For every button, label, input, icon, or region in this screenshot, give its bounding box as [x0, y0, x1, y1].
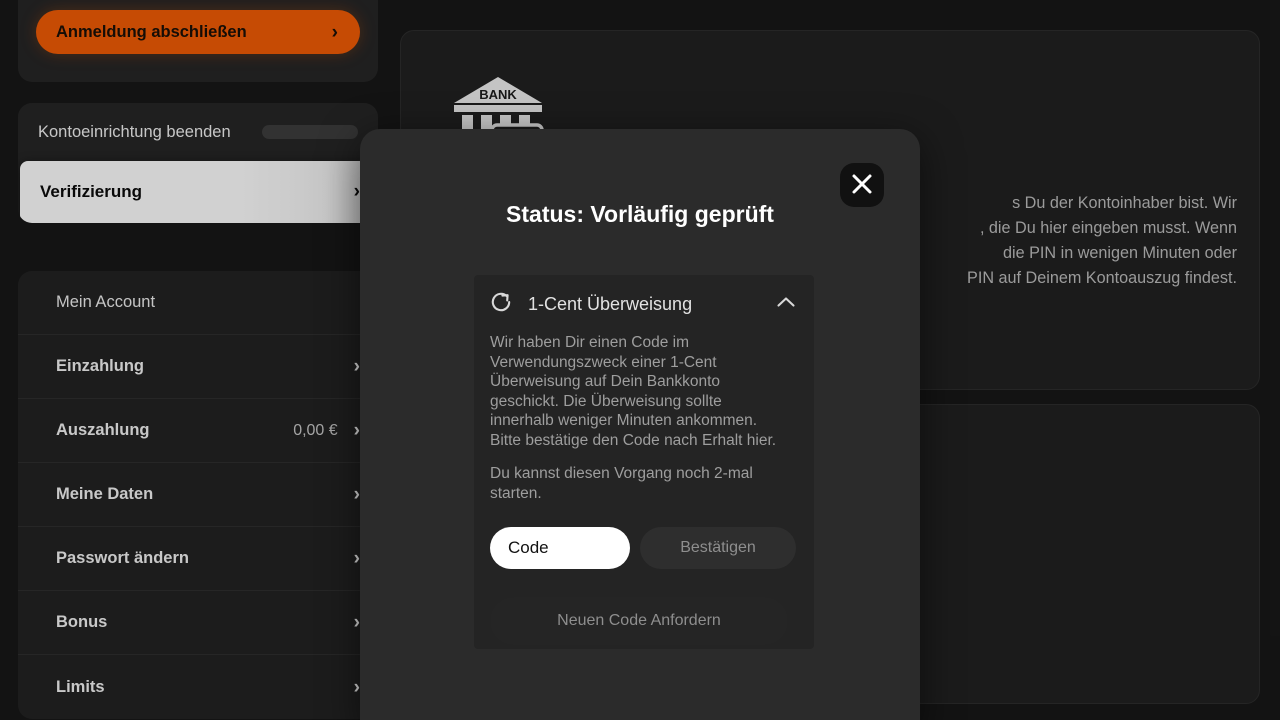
sidebar: Anmeldung abschließen › Kontoeinrichtung…: [0, 0, 380, 720]
modal-title: Status: Vorläufig geprüft: [506, 201, 774, 227]
chevron-up-icon: [776, 295, 796, 314]
chevron-right-icon: ›: [331, 21, 338, 43]
sidebar-item-label: Verifizierung: [40, 182, 143, 201]
svg-text:BANK: BANK: [479, 87, 517, 102]
complete-registration-button[interactable]: Anmeldung abschließen ›: [36, 10, 360, 54]
cta-label: Anmeldung abschließen: [56, 22, 247, 41]
request-new-code-button[interactable]: Neuen Code Anfordern: [490, 597, 788, 645]
verification-modal: Status: Vorläufig geprüft 1-Cent Überwei…: [360, 129, 920, 720]
account-nav-list: Mein Account Einzahlung › Auszahlung 0,00 € ›…: [18, 271, 378, 719]
accordion-body: Wir haben Dir einen Code im Verwendungsz…: [474, 333, 814, 645]
app-root: Anmeldung abschließen › Kontoeinrichtung…: [0, 0, 1280, 720]
sidebar-item-label: Meine Daten: [56, 485, 154, 503]
code-input[interactable]: [490, 527, 630, 569]
accordion-paragraph-2: Du kannst diesen Vorgang noch 2-mal star…: [490, 465, 753, 502]
cta-card: Anmeldung abschließen ›: [18, 0, 378, 82]
sidebar-item-label: Passwort ändern: [56, 549, 189, 567]
setup-progress-bar: [262, 125, 358, 139]
accordion-label: 1-Cent Überweisung: [528, 293, 693, 314]
sidebar-item-verifizierung[interactable]: Verifizierung ›: [20, 161, 378, 223]
sidebar-item-mein-account: Mein Account: [18, 271, 378, 335]
account-setup-label: Kontoeinrichtung beenden: [38, 122, 231, 141]
sidebar-item-bonus[interactable]: Bonus ›: [18, 591, 378, 655]
sidebar-item-value: 0,00 €: [293, 421, 338, 439]
sidebar-item-label: Bonus: [56, 613, 108, 631]
code-form: Bestätigen: [490, 527, 796, 569]
confirm-button[interactable]: Bestätigen: [640, 527, 796, 569]
sidebar-item-label: Auszahlung: [56, 421, 150, 439]
account-setup-row[interactable]: Kontoeinrichtung beenden: [18, 103, 378, 161]
accordion-paragraph-1: Wir haben Dir einen Code im Verwendungsz…: [490, 334, 777, 449]
sidebar-item-label: Einzahlung: [56, 357, 144, 375]
setup-card: Kontoeinrichtung beenden Verifizierung ›: [18, 103, 378, 223]
sidebar-item-passwort-ndern[interactable]: Passwort ändern ›: [18, 527, 378, 591]
sidebar-item-label: Limits: [56, 677, 105, 696]
sidebar-item-auszahlung[interactable]: Auszahlung 0,00 € ›: [18, 399, 378, 463]
sidebar-item-meine-daten[interactable]: Meine Daten ›: [18, 463, 378, 527]
close-icon: [851, 173, 873, 198]
accordion-header[interactable]: 1-Cent Überweisung: [474, 275, 814, 333]
bank-verification-text: s Du der Kontoinhaber bist. Wir , die Du…: [967, 194, 1237, 287]
sidebar-item-label: Mein Account: [56, 293, 156, 311]
sidebar-item-einzahlung[interactable]: Einzahlung ›: [18, 335, 378, 399]
sidebar-item-limits[interactable]: Limits ›: [18, 655, 378, 719]
accordion-1-cent-transfer: 1-Cent Überweisung Wir haben Dir einen C…: [474, 275, 814, 649]
refresh-icon: [488, 289, 514, 320]
